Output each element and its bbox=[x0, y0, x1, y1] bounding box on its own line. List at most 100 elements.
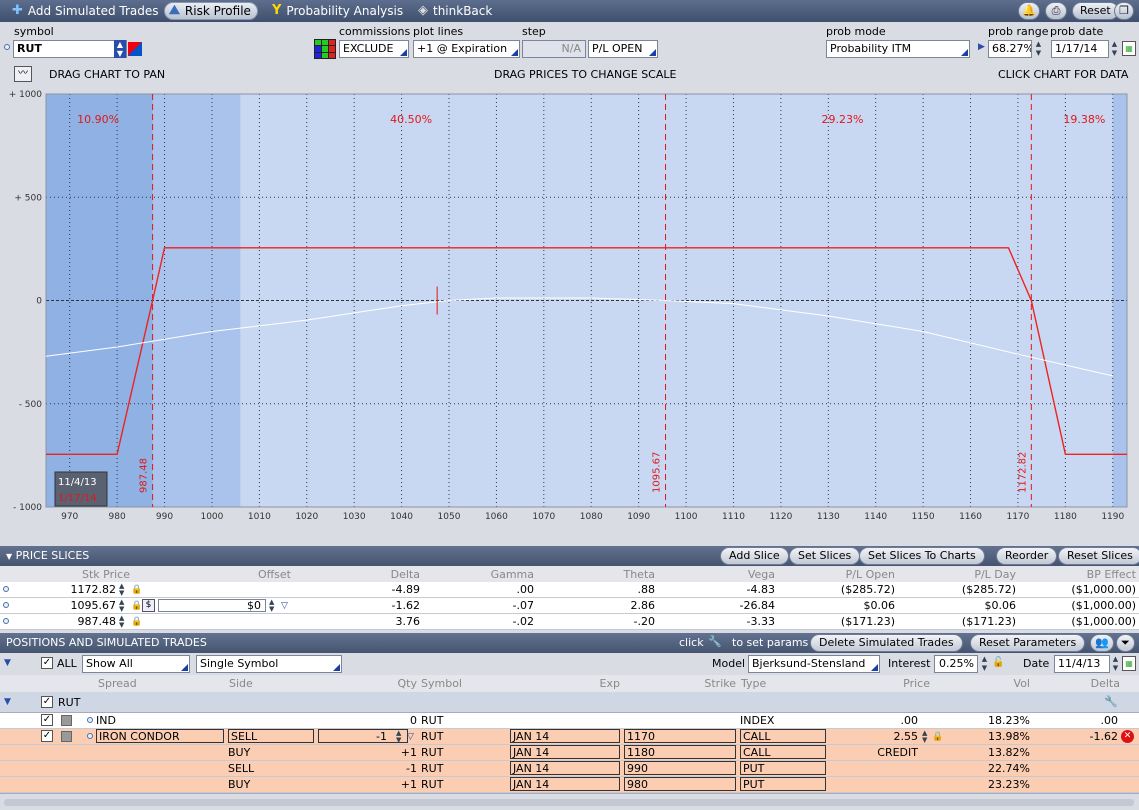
show-all-select[interactable]: Show All bbox=[82, 655, 190, 673]
add-slice-button[interactable]: Add Slice bbox=[720, 547, 789, 565]
pos-qty[interactable]: +1 bbox=[370, 746, 417, 760]
pl-mode-select[interactable]: P/L OPEN bbox=[588, 40, 658, 58]
add-simulated-trades-tab[interactable]: ✚ Add Simulated Trades bbox=[8, 2, 165, 20]
qty-dropdown-icon[interactable]: ▽ bbox=[407, 730, 414, 744]
group-collapse-icon[interactable]: ▼ bbox=[4, 697, 11, 707]
step-input[interactable]: N/A bbox=[522, 40, 586, 58]
prob-date-input[interactable]: 1/17/14 bbox=[1051, 40, 1109, 58]
price-slice-row[interactable]: 1172.82 -4.89 .00 .88 -4.83 ($285.72) ($285.72… bbox=[0, 582, 1139, 598]
prob-range-spinner-icon[interactable]: ▲ ▼ bbox=[1034, 40, 1043, 58]
dollar-offset-icon[interactable]: $ bbox=[142, 599, 155, 612]
symbol-dropdown-icon[interactable]: ▲ ▼ bbox=[114, 40, 126, 58]
plot-lines-select[interactable]: +1 @ Expiration bbox=[413, 40, 520, 58]
pos-type[interactable]: CALL bbox=[740, 745, 826, 759]
underlying-row[interactable]: ✓ IND 0 RUT INDEX .00 18.23% .00 bbox=[0, 713, 1139, 729]
qty-spinner-icon[interactable]: ▲ ▼ bbox=[396, 730, 401, 744]
pos-price[interactable]: 2.55 bbox=[840, 730, 919, 744]
filter-collapse-icon[interactable]: ▼ bbox=[4, 658, 11, 668]
interest-spinner-icon[interactable]: ▲ ▼ bbox=[980, 655, 989, 673]
window-icon[interactable]: ❐ bbox=[1114, 2, 1134, 20]
pos-type[interactable]: CALL bbox=[740, 729, 826, 743]
slice-lock-icon[interactable]: 🔒 bbox=[131, 615, 142, 629]
pos-exp[interactable]: JAN 14 bbox=[510, 777, 620, 791]
set-slices-to-charts-button[interactable]: Set Slices To Charts bbox=[859, 547, 985, 565]
positions-calendar-icon[interactable]: ▦ bbox=[1122, 656, 1136, 671]
slice-link-icon[interactable] bbox=[3, 602, 9, 608]
grid-icon[interactable] bbox=[314, 39, 336, 59]
reset-slices-button[interactable]: Reset Slices bbox=[1058, 547, 1139, 565]
prob-date-spinner-icon[interactable]: ▲ ▼ bbox=[1110, 40, 1119, 58]
probability-analysis-tab[interactable]: Y Probability Analysis bbox=[268, 2, 409, 20]
risk-profile-chart[interactable]: 970 980 990 1000 1010 1020 1030 1040 1050 1060 107… bbox=[0, 86, 1139, 526]
pos-exp[interactable]: JAN 14 bbox=[510, 729, 620, 743]
interest-lock-icon[interactable]: 🔓 bbox=[992, 657, 1004, 668]
reset-parameters-button[interactable]: Reset Parameters bbox=[970, 634, 1086, 652]
pos-spread[interactable]: IRON CONDOR bbox=[96, 729, 224, 743]
pos-side[interactable]: BUY bbox=[228, 746, 250, 760]
pos-type[interactable]: INDEX bbox=[740, 714, 774, 728]
pos-strike[interactable]: 1180 bbox=[624, 745, 736, 759]
collapse-icon[interactable]: ▼ bbox=[6, 552, 12, 561]
pos-qty[interactable]: -1 bbox=[318, 729, 408, 743]
alert-bell-icon[interactable]: 🔔 bbox=[1018, 2, 1040, 20]
group-wrench-icon[interactable]: 🔧 bbox=[1104, 695, 1118, 708]
pos-exp[interactable]: JAN 14 bbox=[510, 761, 620, 775]
slice-lock-icon[interactable]: 🔒 bbox=[131, 599, 142, 613]
slice-price[interactable]: 1095.67 bbox=[40, 599, 117, 613]
option-leg-row[interactable]: SELL -1 RUT JAN 14 990 PUT 22.74% bbox=[0, 761, 1139, 777]
option-leg-row[interactable]: BUY +1 RUT JAN 14 980 PUT 23.23% bbox=[0, 777, 1139, 793]
price-lock-icon[interactable]: 🔒 bbox=[932, 730, 943, 744]
slice-lock-icon[interactable]: 🔒 bbox=[131, 583, 142, 597]
calendar-icon[interactable]: ▦ bbox=[1122, 41, 1136, 56]
position-checkbox[interactable]: ✓ bbox=[41, 730, 53, 742]
offset-dropdown-icon[interactable]: ▽ bbox=[281, 599, 288, 613]
position-color-swatch[interactable] bbox=[61, 731, 72, 742]
pos-strike[interactable]: 990 bbox=[624, 761, 736, 775]
offset-spinner-icon[interactable]: ▲ ▼ bbox=[269, 599, 274, 613]
pos-exp[interactable]: JAN 14 bbox=[510, 745, 620, 759]
collapse-all-icon[interactable]: ⏷ bbox=[1116, 634, 1135, 652]
pos-spread[interactable]: IND bbox=[96, 714, 116, 728]
pos-qty[interactable]: +1 bbox=[370, 778, 417, 792]
commissions-select[interactable]: EXCLUDE bbox=[339, 40, 409, 58]
symbol-group-row[interactable]: ▼ ✓ RUT 🔧 bbox=[0, 692, 1139, 713]
model-select[interactable]: Bjerksund-Stensland bbox=[748, 655, 880, 673]
pos-side[interactable]: SELL bbox=[228, 762, 254, 776]
slice-price-spinner-icon[interactable]: ▲ ▼ bbox=[119, 599, 124, 613]
price-spinner-icon[interactable]: ▲ ▼ bbox=[922, 730, 927, 744]
group-checkbox[interactable]: ✓ bbox=[41, 696, 53, 708]
pos-type[interactable]: PUT bbox=[740, 761, 826, 775]
delete-simulated-trades-button[interactable]: Delete Simulated Trades bbox=[810, 634, 963, 652]
pos-strike[interactable]: 980 bbox=[624, 777, 736, 791]
position-link-icon[interactable] bbox=[87, 733, 93, 739]
reset-button[interactable]: Reset bbox=[1072, 2, 1119, 20]
pos-qty[interactable]: -1 bbox=[370, 762, 417, 776]
people-icon[interactable]: 👥 bbox=[1090, 634, 1114, 652]
date-spinner-icon[interactable]: ▲ ▼ bbox=[1111, 655, 1120, 673]
interest-input[interactable]: 0.25% bbox=[934, 655, 978, 673]
pos-type[interactable]: PUT bbox=[740, 777, 826, 791]
single-symbol-select[interactable]: Single Symbol bbox=[196, 655, 342, 673]
slice-offset[interactable]: $0 bbox=[158, 599, 266, 612]
symbol-color-icon[interactable] bbox=[128, 42, 142, 56]
slice-price-spinner-icon[interactable]: ▲ ▼ bbox=[119, 583, 124, 597]
play-icon[interactable]: ▶ bbox=[978, 42, 985, 52]
chart-settings-icon[interactable]: 〰 bbox=[14, 66, 32, 82]
set-slices-button[interactable]: Set Slices bbox=[789, 547, 861, 565]
delete-position-icon[interactable]: ✕ bbox=[1121, 730, 1134, 743]
pos-side[interactable]: SELL bbox=[228, 729, 314, 743]
slice-link-icon[interactable] bbox=[3, 586, 9, 592]
reorder-button[interactable]: Reorder bbox=[996, 547, 1058, 565]
price-slice-row[interactable]: 1095.67 $0 -1.62 -.07 2.86 -26.84 $0.06 $0.06 ($… bbox=[0, 598, 1139, 614]
position-link-icon[interactable] bbox=[87, 717, 93, 723]
print-icon[interactable]: ⎙ bbox=[1045, 2, 1067, 20]
thinkback-tab[interactable]: ◈ thinkBack bbox=[414, 2, 498, 20]
risk-profile-svg[interactable]: 970 980 990 1000 1010 1020 1030 1040 1050 1060 107… bbox=[0, 86, 1139, 526]
option-leg-row[interactable]: ✓ IRON CONDOR SELL -1 RUT JAN 14 1170 CALL 2.55 1… bbox=[0, 729, 1139, 745]
prob-mode-select[interactable]: Probability ITM bbox=[826, 40, 970, 58]
price-slice-row[interactable]: 987.48 3.76 -.02 -.20 -3.33 ($171.23) ($171.23… bbox=[0, 614, 1139, 630]
pos-strike[interactable]: 1170 bbox=[624, 729, 736, 743]
slice-price[interactable]: 1172.82 bbox=[40, 583, 117, 597]
symbol-input[interactable]: RUT bbox=[13, 40, 127, 58]
prob-range-input[interactable]: 68.27% bbox=[988, 40, 1032, 58]
